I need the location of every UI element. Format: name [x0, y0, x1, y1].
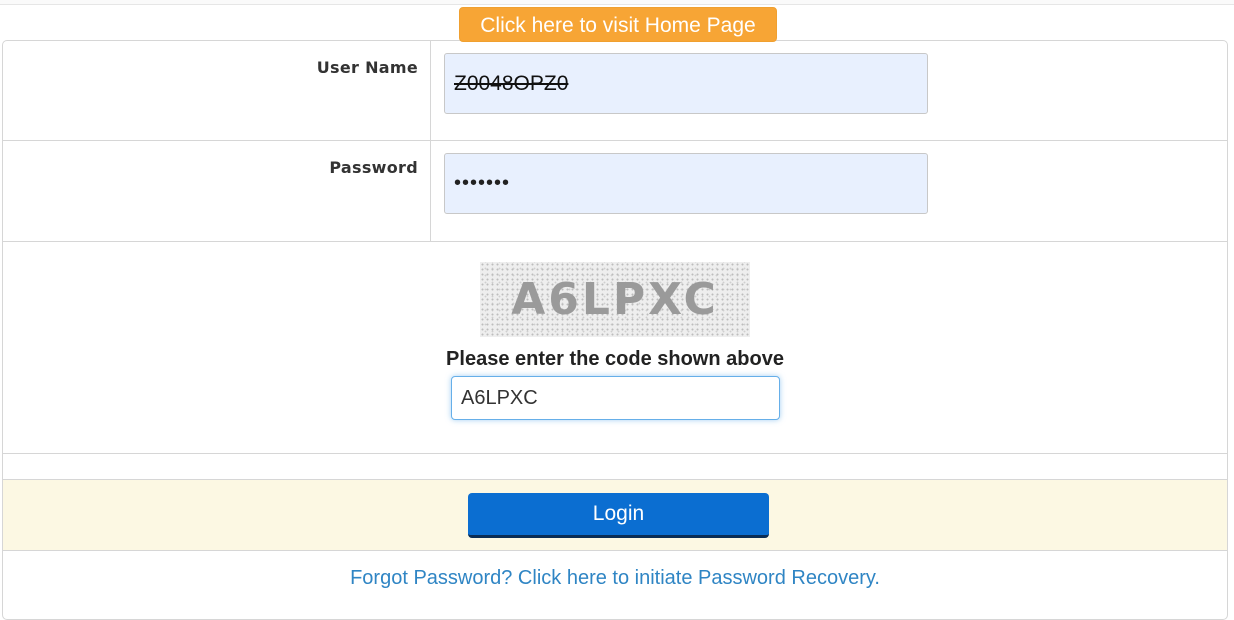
captcha-input[interactable]: [451, 376, 780, 420]
forgot-password-row: Forgot Password? Click here to initiate …: [3, 551, 1227, 619]
password-input[interactable]: [444, 153, 928, 214]
captcha-row: A6LPXC Please enter the code shown above: [3, 242, 1227, 454]
home-page-button[interactable]: Click here to visit Home Page: [459, 7, 777, 42]
top-divider: [0, 0, 1234, 5]
username-row: User Name: [3, 41, 1227, 141]
login-row: Login: [3, 480, 1227, 551]
spacer-row: [3, 454, 1227, 480]
captcha-prompt: Please enter the code shown above: [446, 348, 784, 370]
login-button[interactable]: Login: [468, 493, 769, 538]
captcha-image-text: A6LPXC: [511, 274, 719, 325]
captcha-image: A6LPXC: [480, 262, 750, 337]
password-label: Password: [329, 158, 418, 177]
forgot-password-link[interactable]: Forgot Password? Click here to initiate …: [3, 567, 1227, 590]
username-label-cell: User Name: [3, 41, 431, 140]
password-label-cell: Password: [3, 141, 431, 241]
login-form: User Name Password A6LPXC Please enter t…: [2, 40, 1228, 620]
username-input[interactable]: [444, 53, 928, 114]
password-row: Password: [3, 141, 1227, 242]
username-label: User Name: [316, 58, 418, 77]
